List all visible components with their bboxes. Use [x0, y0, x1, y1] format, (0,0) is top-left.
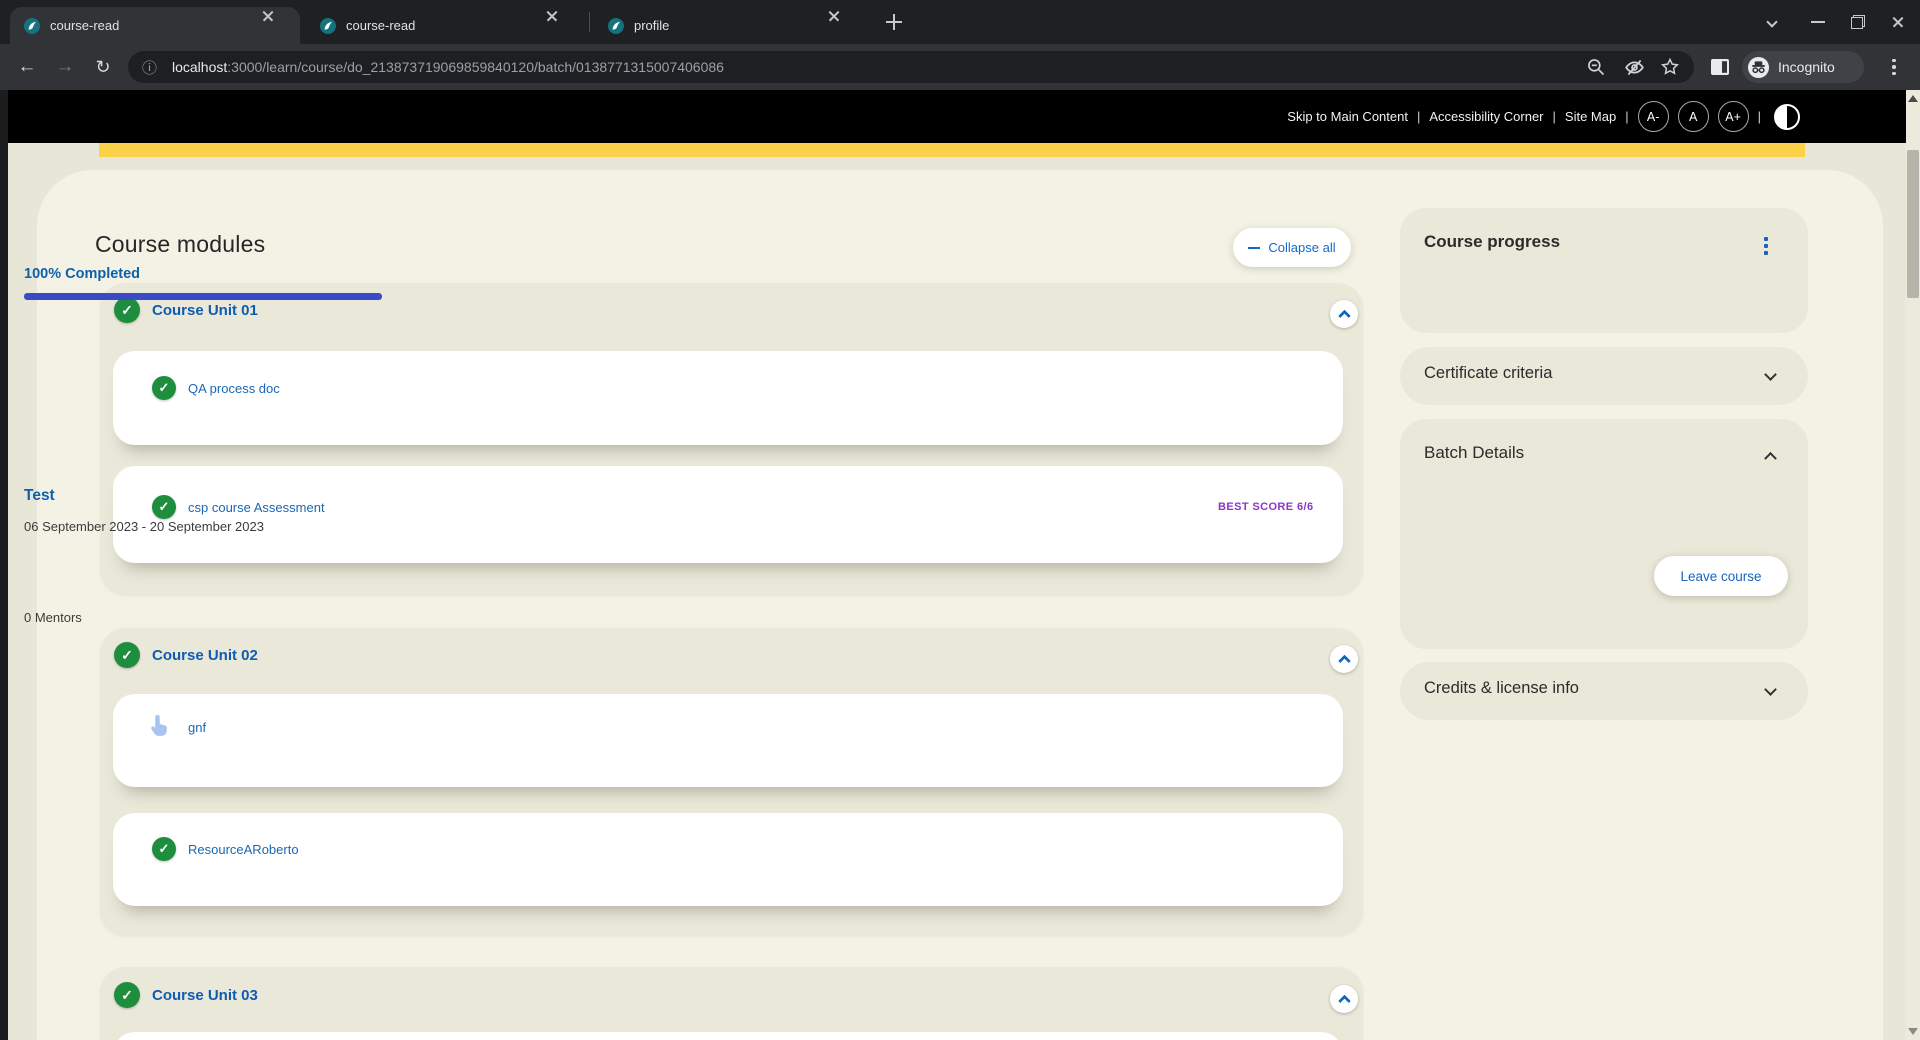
incognito-badge: Incognito [1742, 51, 1864, 83]
browser-menu-icon[interactable] [1880, 53, 1908, 81]
font-normal-button[interactable]: A [1678, 101, 1709, 132]
separator: | [1758, 109, 1761, 124]
course-progress-title: Course progress [1424, 232, 1560, 252]
progress-bar [24, 293, 382, 300]
scroll-up-arrow-icon[interactable] [1908, 95, 1918, 102]
browser-window: course-read course-read profile ← → ↻ ⓘ … [0, 0, 1920, 1040]
tab-close-icon[interactable] [268, 16, 286, 34]
unit1-title[interactable]: Course Unit 01 [152, 302, 258, 319]
scrollbar-thumb[interactable] [1907, 150, 1919, 298]
url-text[interactable]: localhost:3000/learn/course/do_213873719… [172, 51, 724, 83]
leave-course-button[interactable]: Leave course [1654, 556, 1788, 596]
font-increase-button[interactable]: A+ [1718, 101, 1749, 132]
tab-title: course-read [50, 18, 119, 33]
site-favicon [24, 18, 40, 34]
certificate-criteria-title: Certificate criteria [1424, 364, 1552, 383]
tab-title: profile [634, 18, 669, 33]
unit-card-3 [100, 967, 1363, 1040]
minus-icon [1248, 247, 1260, 249]
tab-title: course-read [346, 18, 415, 33]
side-panel-icon[interactable] [1706, 53, 1734, 81]
progress-bar-fill [24, 293, 382, 300]
skip-to-main-link[interactable]: Skip to Main Content [1287, 109, 1408, 124]
resource-link-qa-process-doc[interactable]: QA process doc [188, 381, 280, 396]
tab-separator [589, 12, 590, 32]
accessibility-bar: Skip to Main Content | Accessibility Cor… [8, 90, 1906, 143]
resource-card [113, 694, 1343, 787]
site-favicon [320, 18, 336, 34]
site-map-link[interactable]: Site Map [1565, 109, 1616, 124]
eye-slash-icon[interactable] [1620, 53, 1648, 81]
page-scrollbar[interactable] [1906, 90, 1920, 1040]
bookmark-star-icon[interactable] [1656, 53, 1684, 81]
reload-icon[interactable]: ↻ [88, 52, 118, 82]
tab-course-read-2[interactable]: course-read [306, 7, 585, 44]
resource-card [113, 813, 1343, 906]
item-completed-check-icon: ✓ [152, 495, 176, 519]
resource-link-resourcearoberto[interactable]: ResourceARoberto [188, 842, 299, 857]
scroll-down-arrow-icon[interactable] [1908, 1028, 1918, 1035]
window-close-button[interactable] [1886, 10, 1910, 34]
separator: | [1553, 109, 1556, 124]
mentors-count: 0 Mentors [24, 610, 82, 625]
window-restore-button[interactable] [1846, 10, 1870, 34]
resource-link-gnf[interactable]: gnf [188, 720, 206, 735]
tab-close-icon[interactable] [552, 16, 570, 34]
item-completed-check-icon: ✓ [152, 837, 176, 861]
accessibility-corner-link[interactable]: Accessibility Corner [1429, 109, 1543, 124]
resource-card [113, 1032, 1343, 1040]
resource-card [113, 351, 1343, 445]
zoom-out-icon[interactable] [1582, 53, 1610, 81]
contrast-toggle-icon[interactable] [1774, 104, 1800, 130]
new-tab-button[interactable] [882, 10, 906, 34]
progress-menu-kebab-icon[interactable] [1764, 237, 1768, 255]
window-minimize-button[interactable] [1806, 10, 1830, 34]
separator: | [1625, 109, 1628, 124]
site-favicon [608, 18, 624, 34]
url-host: localhost [172, 59, 227, 75]
font-decrease-button[interactable]: A- [1638, 101, 1669, 132]
resource-link-csp-assessment[interactable]: csp course Assessment [188, 500, 325, 515]
best-score-badge: BEST SCORE 6/6 [1218, 501, 1313, 513]
collapse-all-button[interactable]: Collapse all [1233, 228, 1351, 267]
tab-profile[interactable]: profile [594, 7, 866, 44]
credits-license-title: Credits & license info [1424, 679, 1579, 698]
batch-details-title: Batch Details [1424, 443, 1524, 463]
banner-strip [99, 143, 1805, 157]
unit1-collapse-chevron-button[interactable] [1330, 300, 1358, 328]
batch-dates: 06 September 2023 - 20 September 2023 [24, 519, 264, 534]
url-path: :3000/learn/course/do_213873719069859840… [227, 59, 724, 75]
collapse-all-label: Collapse all [1268, 240, 1335, 255]
tap-hand-icon [146, 712, 173, 744]
course-progress-card [1400, 208, 1808, 333]
unit3-collapse-chevron-button[interactable] [1330, 985, 1358, 1013]
separator: | [1417, 109, 1420, 124]
unit2-title[interactable]: Course Unit 02 [152, 647, 258, 664]
unit3-title[interactable]: Course Unit 03 [152, 987, 258, 1004]
batch-name[interactable]: Test [24, 487, 55, 505]
tab-strip: course-read course-read profile [0, 0, 1920, 44]
item-completed-check-icon: ✓ [152, 376, 176, 400]
unit1-completed-check-icon: ✓ [114, 297, 140, 323]
incognito-label: Incognito [1778, 59, 1835, 75]
incognito-icon [1747, 56, 1770, 79]
tab-course-read-1[interactable]: course-read [10, 7, 300, 44]
back-icon[interactable]: ← [12, 52, 42, 82]
unit3-completed-check-icon: ✓ [114, 982, 140, 1008]
unit2-collapse-chevron-button[interactable] [1330, 645, 1358, 673]
unit2-completed-check-icon: ✓ [114, 642, 140, 668]
tab-close-icon[interactable] [834, 16, 852, 34]
progress-status: 100% Completed [24, 266, 140, 282]
forward-icon[interactable]: → [50, 52, 80, 82]
tab-search-chevron-icon[interactable] [1760, 10, 1784, 34]
page-title: Course modules [95, 231, 265, 258]
site-info-icon[interactable]: ⓘ [142, 51, 157, 83]
